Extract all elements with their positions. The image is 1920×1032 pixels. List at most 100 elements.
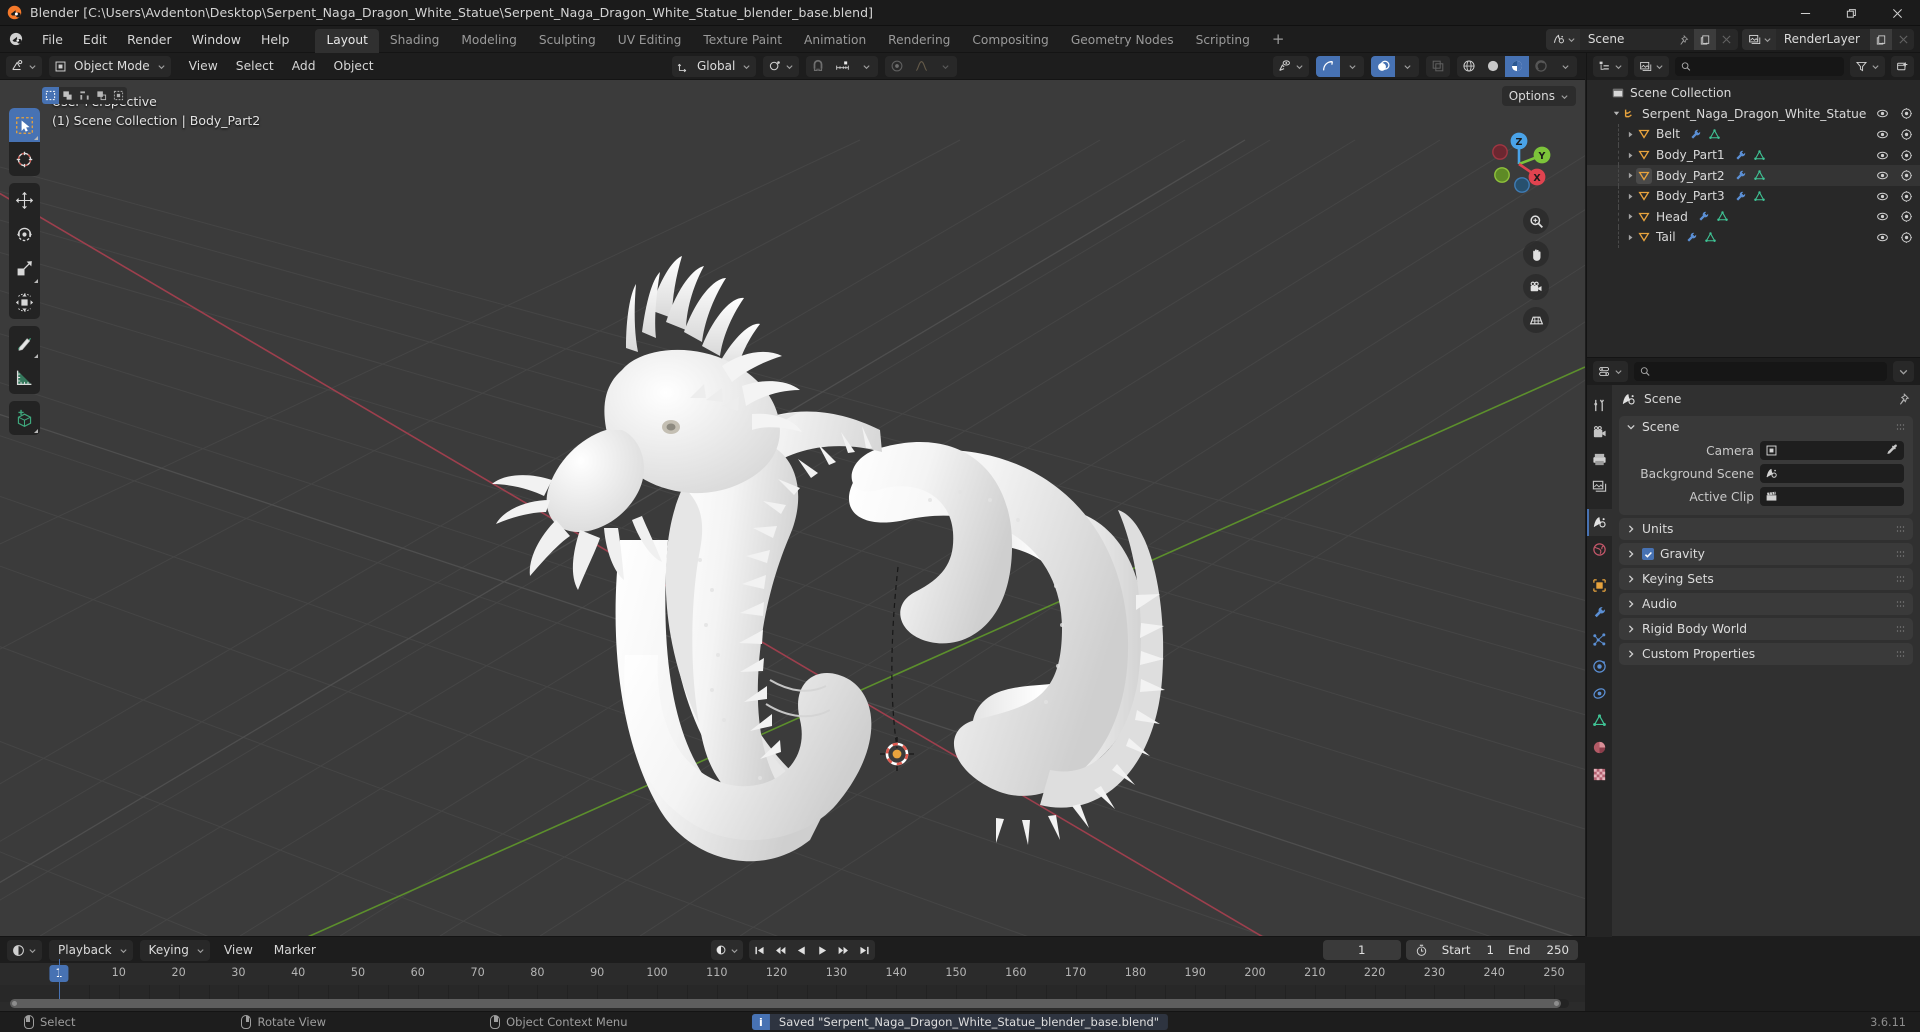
tab-compositing[interactable]: Compositing (961, 29, 1059, 52)
mesh-data-icon[interactable] (1753, 190, 1766, 203)
wireframe-shading-icon[interactable] (1457, 56, 1481, 77)
snapping-options-chevron[interactable] (854, 56, 878, 77)
modifier-wrench-icon[interactable] (1685, 231, 1698, 244)
add-cube-tool[interactable] (9, 401, 40, 435)
viewport-menu-add[interactable]: Add (283, 56, 325, 76)
measure-tool[interactable] (9, 360, 40, 394)
disclosure-triangle-icon[interactable] (1609, 109, 1623, 118)
menu-window[interactable]: Window (182, 29, 251, 50)
constraints-tab[interactable] (1587, 680, 1612, 707)
timeline-scroll-thumb[interactable] (10, 999, 1561, 1008)
falloff-chevron[interactable] (933, 56, 957, 77)
modifier-wrench-icon[interactable] (1734, 190, 1747, 203)
zoom-icon[interactable] (1523, 208, 1549, 234)
tab-geometry-nodes[interactable]: Geometry Nodes (1060, 29, 1185, 52)
remove-view-layer-icon[interactable] (1892, 29, 1914, 50)
properties-editor[interactable]: Scene Scene Camera Background Scene Acti… (1586, 357, 1920, 937)
hide-in-viewport-icon[interactable] (1876, 169, 1889, 182)
tab-uv-editing[interactable]: UV Editing (607, 29, 693, 52)
jump-start-icon[interactable] (749, 940, 770, 960)
play-icon[interactable] (812, 940, 833, 960)
outliner-row-scene-collection[interactable]: Scene Collection (1587, 83, 1920, 104)
properties-search-input[interactable] (1634, 362, 1887, 381)
gizmo-options-chevron[interactable] (1340, 56, 1364, 77)
play-reverse-icon[interactable] (791, 940, 812, 960)
gravity-checkbox[interactable] (1642, 548, 1654, 560)
hide-in-viewport-icon[interactable] (1876, 107, 1889, 120)
tab-layout[interactable]: Layout (315, 29, 379, 53)
pan-hand-icon[interactable] (1523, 241, 1549, 267)
modifier-wrench-icon[interactable] (1697, 210, 1710, 223)
snap-to-increment-icon[interactable] (830, 56, 854, 77)
blender-menu-icon[interactable] (9, 32, 23, 46)
modifier-wrench-icon[interactable] (1734, 169, 1747, 182)
outliner-editor[interactable]: Scene Collection Serpent_Naga_Dragon_Whi… (1586, 53, 1920, 357)
disclosure-triangle-icon[interactable] (1623, 151, 1637, 160)
prev-keyframe-icon[interactable] (770, 940, 791, 960)
timeline-scrollbar[interactable] (10, 999, 1569, 1008)
tab-shading[interactable]: Shading (379, 29, 451, 52)
hide-in-viewport-icon[interactable] (1876, 190, 1889, 203)
view-layer-tab[interactable] (1587, 473, 1612, 500)
close-icon[interactable] (1874, 0, 1920, 26)
subtract-select-icon[interactable] (76, 87, 93, 104)
outliner-row-collection[interactable]: Serpent_Naga_Dragon_White_Statue (1587, 104, 1920, 125)
tweak-select-box-tool[interactable] (9, 108, 40, 142)
tab-animation[interactable]: Animation (793, 29, 877, 52)
auto-keying-toggle[interactable] (710, 940, 743, 960)
invert-select-icon[interactable] (93, 87, 110, 104)
unlink-scene-icon[interactable] (1716, 29, 1738, 50)
active-clip-field[interactable] (1760, 487, 1904, 506)
view-layer-selector[interactable]: RenderLayer (1741, 29, 1914, 50)
rendered-shading-icon[interactable] (1529, 56, 1553, 77)
toggle-xray-icon[interactable] (1426, 56, 1450, 77)
proportional-editing-icon[interactable] (885, 56, 909, 77)
output-tab[interactable] (1587, 446, 1612, 473)
timeline-ruler[interactable]: › 11020304050607080901001101201301401501… (0, 963, 1585, 985)
restore-icon[interactable] (1828, 0, 1874, 26)
scene-selector[interactable]: Scene (1545, 29, 1738, 50)
pivot-point-selector[interactable] (763, 55, 800, 77)
jump-end-icon[interactable] (854, 940, 875, 960)
solid-shading-icon[interactable] (1481, 56, 1505, 77)
panel-audio-header[interactable]: Audio (1619, 593, 1913, 615)
outliner-search-field[interactable] (1695, 59, 1838, 74)
panel-scene-header[interactable]: Scene (1619, 416, 1913, 438)
timeline-menu-marker[interactable]: Marker (267, 940, 323, 960)
modifier-wrench-icon[interactable] (1734, 149, 1747, 162)
disable-in-renders-icon[interactable] (1900, 107, 1913, 120)
rotate-tool[interactable] (9, 217, 40, 251)
texture-tab[interactable] (1587, 761, 1612, 788)
frame-range-field[interactable]: Start 1 End 250 (1405, 940, 1578, 960)
minimize-icon[interactable] (1782, 0, 1828, 26)
mode-selector[interactable]: Object Mode (49, 55, 171, 77)
menu-render[interactable]: Render (117, 29, 182, 50)
show-gizmo-icon[interactable] (1316, 55, 1340, 77)
render-tab[interactable] (1587, 419, 1612, 446)
current-frame-field[interactable]: 1 (1322, 940, 1401, 960)
move-tool[interactable] (9, 183, 40, 217)
disable-in-renders-icon[interactable] (1900, 169, 1913, 182)
menu-help[interactable]: Help (251, 29, 300, 50)
outliner-filter-id-icon[interactable] (1634, 56, 1669, 77)
tab-scripting[interactable]: Scripting (1185, 29, 1261, 52)
material-preview-shading-icon[interactable] (1505, 55, 1529, 77)
modifier-wrench-icon[interactable] (1689, 128, 1702, 141)
cursor-tool[interactable] (9, 142, 40, 176)
data-tab[interactable] (1587, 707, 1612, 734)
world-tab[interactable] (1587, 536, 1612, 563)
overlay-options-chevron[interactable] (1395, 56, 1419, 77)
material-tab[interactable] (1587, 734, 1612, 761)
properties-search-field[interactable] (1655, 364, 1881, 379)
physics-tab[interactable] (1587, 653, 1612, 680)
panel-gravity-header[interactable]: Gravity (1619, 543, 1913, 565)
outliner-display-mode-icon[interactable] (1593, 56, 1628, 77)
properties-editor-type-icon[interactable] (1593, 361, 1628, 382)
tab-rendering[interactable]: Rendering (877, 29, 961, 52)
show-overlays-icon[interactable] (1371, 55, 1395, 77)
disclosure-triangle-icon[interactable] (1623, 233, 1637, 242)
properties-options-chevron[interactable] (1893, 361, 1914, 382)
disclosure-triangle-icon[interactable] (1623, 212, 1637, 221)
background-scene-field[interactable] (1760, 464, 1904, 483)
viewport-menu-object[interactable]: Object (325, 56, 383, 76)
